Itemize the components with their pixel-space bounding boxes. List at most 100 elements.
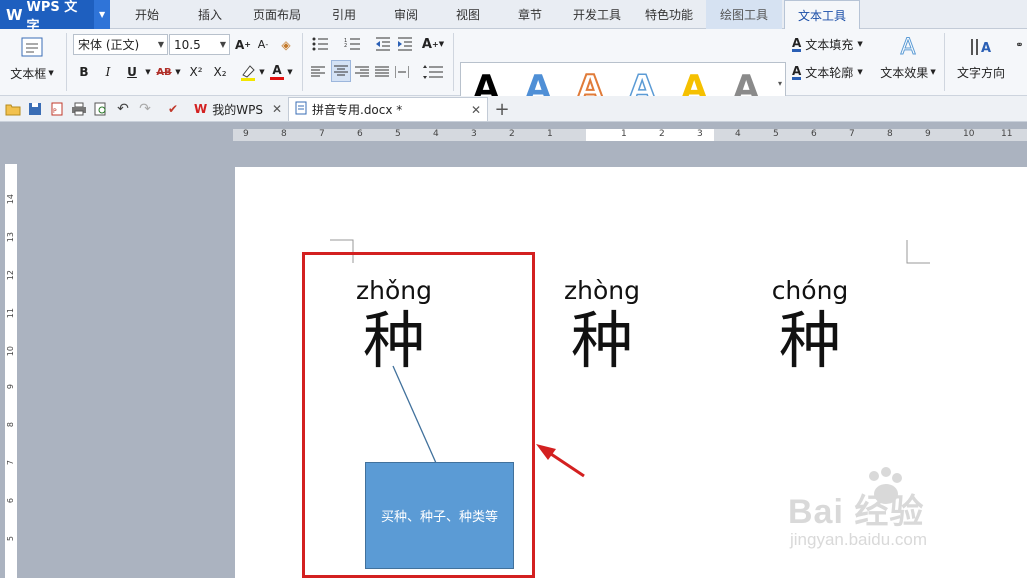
bold-button[interactable]: B xyxy=(76,62,92,82)
textbox-button[interactable]: 文本框 ▼ xyxy=(4,63,60,83)
print-preview-icon[interactable] xyxy=(92,100,110,118)
clear-format-icon[interactable]: ◈ xyxy=(277,34,295,55)
align-right-icon[interactable] xyxy=(354,62,370,82)
hanzi-zhong-2: 种 xyxy=(570,304,633,377)
font-color-button[interactable]: A xyxy=(268,60,286,82)
undo-icon[interactable]: ↶ xyxy=(114,100,132,118)
ruler-tick-label: 8 xyxy=(6,422,15,428)
text-direction-icon[interactable]: A xyxy=(952,35,1010,59)
tab-insert[interactable]: 插入 xyxy=(180,0,240,29)
pinyin-zhong4: zhòng xyxy=(564,276,640,305)
highlight-icon[interactable] xyxy=(238,62,258,82)
document-icon xyxy=(295,101,307,118)
italic-button[interactable]: I xyxy=(100,62,116,82)
hanzi-chong: 种 xyxy=(778,304,841,377)
horizontal-ruler[interactable]: 9 8 7 6 5 4 3 2 1 1 2 3 4 5 6 7 8 9 10 11 xyxy=(0,122,1027,148)
shrink-font-button[interactable]: A- xyxy=(254,34,272,55)
tab-drawing-tools[interactable]: 绘图工具 xyxy=(706,0,782,29)
text-fill-button[interactable]: A 文本填充 ▼ xyxy=(792,33,874,55)
ruler-tick-label: 7 xyxy=(319,129,325,139)
font-color-dropdown-icon[interactable]: ▼ xyxy=(286,62,294,82)
tab-page-layout[interactable]: 页面布局 xyxy=(244,0,310,29)
ruler-tick-label: 4 xyxy=(735,129,741,139)
new-tab-icon[interactable]: + xyxy=(492,98,512,120)
ruler-tick-label: 5 xyxy=(395,129,401,139)
svg-text:2: 2 xyxy=(344,43,347,49)
strikethrough-button[interactable]: AB xyxy=(154,62,174,82)
tab-review[interactable]: 审阅 xyxy=(378,0,434,29)
ruler-tick-label: 3 xyxy=(697,129,703,139)
font-name-select[interactable]: 宋体 (正文) ▼ xyxy=(73,34,168,55)
svg-text:P: P xyxy=(53,108,57,115)
ruler-tick-label: 9 xyxy=(925,129,931,139)
tab-chapter[interactable]: 章节 xyxy=(502,0,558,29)
increase-indent-icon[interactable] xyxy=(396,34,414,54)
tab-references[interactable]: 引用 xyxy=(316,0,372,29)
open-folder-icon[interactable] xyxy=(4,100,22,118)
line-spacing-icon[interactable] xyxy=(420,62,446,82)
ruler-tick-label: 1 xyxy=(621,129,627,139)
ruler-tick-label: 11 xyxy=(6,308,15,319)
ruler-tick-label: 2 xyxy=(659,129,665,139)
superscript-button[interactable]: X² xyxy=(186,62,206,82)
chevron-down-icon[interactable]: ▼ xyxy=(94,0,110,29)
underline-dropdown-icon[interactable]: ▼ xyxy=(144,62,152,82)
print-icon[interactable] xyxy=(70,100,88,118)
format-painter-icon[interactable]: ✔ xyxy=(164,100,182,118)
textbox-icon[interactable] xyxy=(4,33,60,61)
text-size-adjust-icon[interactable]: A + ▼ xyxy=(420,34,446,54)
decrease-indent-icon[interactable] xyxy=(374,34,392,54)
subscript-button[interactable]: X₂ xyxy=(210,62,230,82)
align-left-icon[interactable] xyxy=(310,62,326,82)
distributed-align-icon[interactable] xyxy=(394,62,410,82)
tab-text-tools[interactable]: 文本工具 xyxy=(784,0,860,30)
ruler-tick-label: 4 xyxy=(433,129,439,139)
bullet-list-icon[interactable] xyxy=(308,34,332,54)
ruler-tick-label: 7 xyxy=(849,129,855,139)
wps-logo-icon: W xyxy=(194,102,208,116)
vertical-ruler[interactable]: 14 13 12 11 10 9 8 7 6 5 xyxy=(0,148,22,578)
strike-dropdown-icon[interactable]: ▼ xyxy=(174,62,182,82)
menu-bar: W WPS 文字 ▼ 开始 插入 页面布局 引用 审阅 视图 章节 开发工具 特… xyxy=(0,0,1027,34)
close-icon[interactable]: ✕ xyxy=(272,102,282,116)
numbered-list-icon[interactable]: 12 xyxy=(340,34,364,54)
text-fill-icon: A xyxy=(792,35,802,52)
ruler-tick-label: 5 xyxy=(773,129,779,139)
highlight-dropdown-icon[interactable]: ▼ xyxy=(258,62,266,82)
svg-text:A: A xyxy=(981,41,991,56)
text-outline-button[interactable]: A 文本轮廓 ▼ xyxy=(792,61,874,83)
tab-view[interactable]: 视图 xyxy=(440,0,496,29)
ruler-tick-label: 7 xyxy=(6,460,15,466)
font-size-select[interactable]: 10.5 ▼ xyxy=(169,34,230,55)
align-center-icon[interactable] xyxy=(331,60,351,82)
ruler-tick-label: 2 xyxy=(509,129,515,139)
tab-my-wps[interactable]: W 我的WPS ✕ xyxy=(188,97,288,121)
export-pdf-icon[interactable]: P xyxy=(48,100,66,118)
ruler-tick-label: 10 xyxy=(6,346,15,357)
ruler-tick-label: 9 xyxy=(243,129,249,139)
justify-icon[interactable] xyxy=(374,62,390,82)
tab-features[interactable]: 特色功能 xyxy=(636,0,702,29)
text-direction-button[interactable]: 文字方向 xyxy=(952,61,1010,83)
save-icon[interactable] xyxy=(26,100,44,118)
text-effect-icon[interactable]: A xyxy=(878,34,938,60)
text-effect-button[interactable]: 文本效果 ▼ xyxy=(878,61,938,83)
ruler-tick-label: 13 xyxy=(6,232,15,243)
ruler-tick-label: 6 xyxy=(357,129,363,139)
tab-developer[interactable]: 开发工具 xyxy=(566,0,628,29)
tab-pinyin-docx[interactable]: 拼音专用.docx * ✕ xyxy=(288,97,488,121)
ruler-tick-label: 3 xyxy=(471,129,477,139)
tab-home[interactable]: 开始 xyxy=(117,0,177,29)
grow-font-button[interactable]: A + xyxy=(234,34,252,55)
wps-logo-button[interactable]: W WPS 文字 ▼ xyxy=(0,0,110,34)
ruler-tick-label: 8 xyxy=(887,129,893,139)
redo-icon[interactable]: ↷ xyxy=(136,100,154,118)
close-icon[interactable]: ✕ xyxy=(471,103,481,117)
ribbon: 文本框 ▼ 宋体 (正文) ▼ 10.5 ▼ A + A- ◈ B I U ▼ AB ▼… xyxy=(0,29,1027,112)
ruler-tick-label: 11 xyxy=(1001,129,1013,139)
document-tab-bar: P ↶ ↷ ✔ W 我的WPS ✕ 拼音专用.docx * ✕ + xyxy=(0,96,1027,122)
ruler-tick-label: 14 xyxy=(6,194,15,205)
underline-button[interactable]: U xyxy=(124,62,140,82)
wps-w-icon: W xyxy=(6,5,23,24)
link-icon[interactable]: ⚭ xyxy=(1012,35,1027,55)
